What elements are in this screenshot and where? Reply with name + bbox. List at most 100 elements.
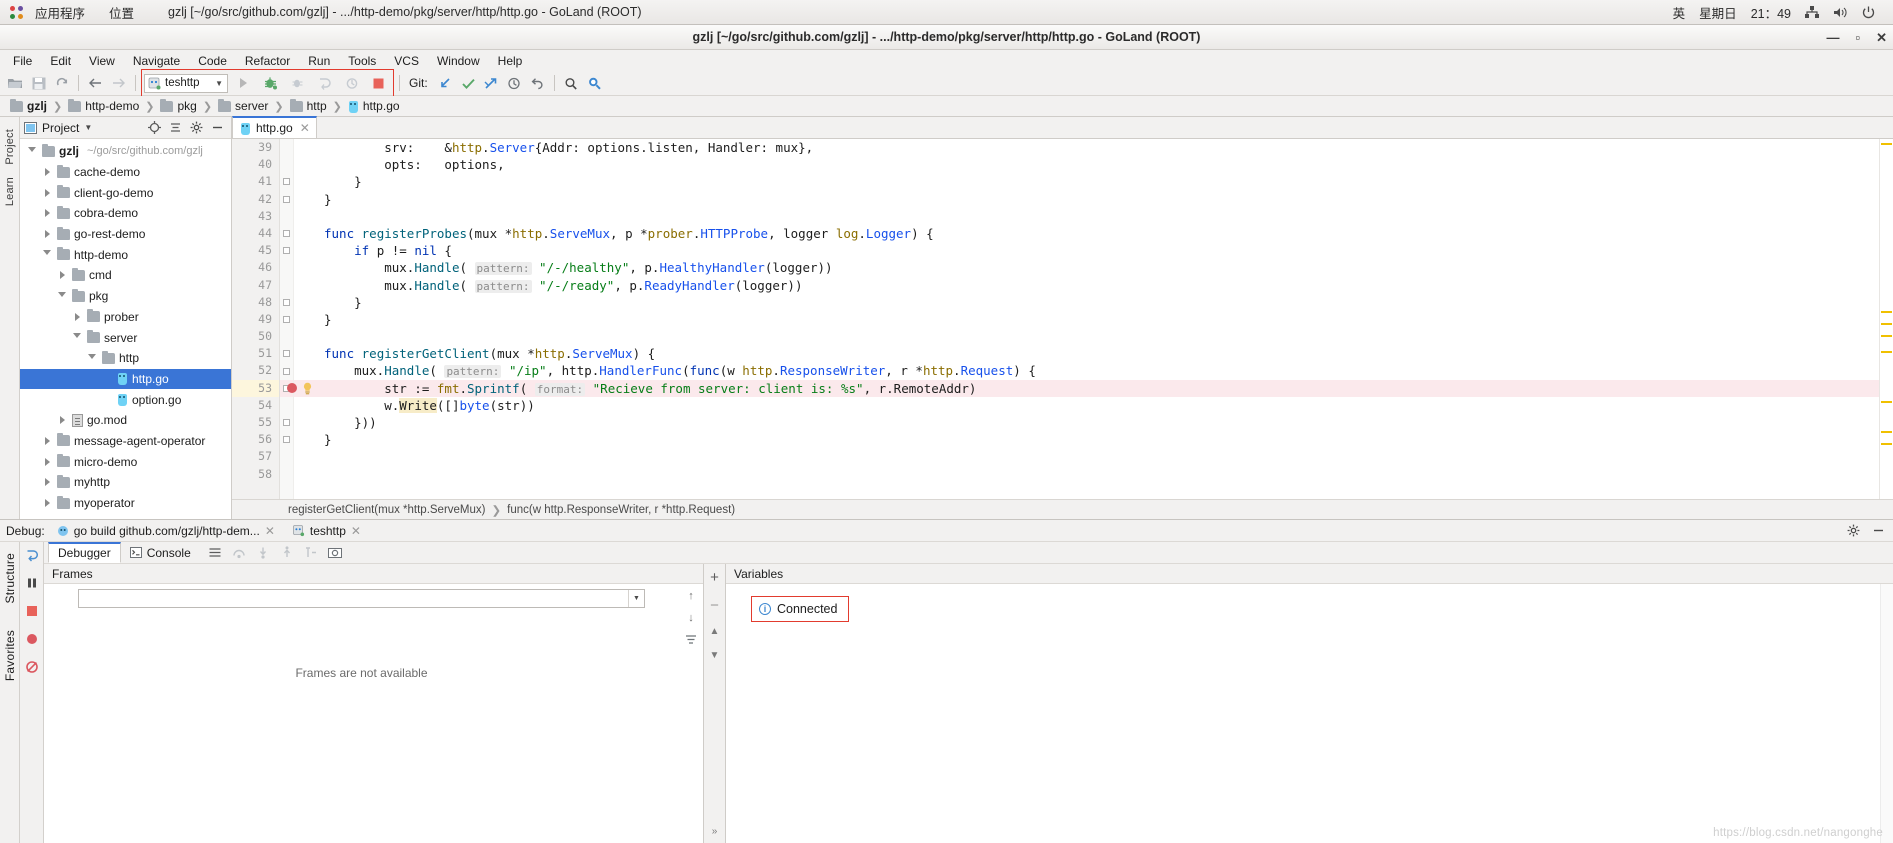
mute-breakpoints-icon[interactable] [25,660,39,674]
error-stripe-mark[interactable] [1881,143,1892,145]
maximize-button[interactable]: ▫ [1855,31,1860,44]
git-history-icon[interactable] [503,72,526,94]
thread-selector[interactable]: ▼ [78,589,645,608]
run-with-coverage-icon[interactable] [286,72,309,94]
error-stripe-mark[interactable] [1881,335,1892,337]
chevron-right-icon[interactable] [71,312,83,321]
breadcrumb-item-http-demo[interactable]: http-demo [66,98,141,113]
tree-item-cache-demo[interactable]: cache-demo [20,162,231,183]
line-number[interactable]: 39 [232,139,279,156]
frames-list-icon[interactable] [208,546,222,559]
git-push-icon[interactable] [480,72,503,94]
tree-item-prober[interactable]: prober [20,307,231,328]
menu-code[interactable]: Code [189,52,236,70]
line-number[interactable]: 56 [232,431,279,448]
desktop-places-menu[interactable]: 位置 [97,0,146,25]
camera-icon[interactable] [327,546,342,559]
step-into-icon[interactable] [256,546,270,559]
run-icon[interactable] [232,72,255,94]
tree-item-myoperator[interactable]: myoperator [20,493,231,514]
chevron-down-icon[interactable] [26,146,38,156]
chevron-down-icon[interactable] [56,291,68,301]
stop-icon[interactable] [25,604,39,618]
fold-marker[interactable] [280,225,293,242]
locate-icon[interactable] [148,121,161,134]
git-revert-icon[interactable] [526,72,549,94]
sync-icon[interactable] [50,72,73,94]
input-method-indicator[interactable]: 英 [1673,3,1686,22]
code-line[interactable]: })) [320,414,1879,431]
forward-arrow-icon[interactable] [107,72,130,94]
code-folding-column[interactable] [280,139,294,499]
settings-icon[interactable] [1847,524,1860,537]
breadcrumb-item-server[interactable]: server [216,98,270,113]
line-number[interactable]: 48 [232,294,279,311]
tree-item-server[interactable]: server [20,327,231,348]
chevron-right-icon[interactable] [41,499,53,508]
tree-item-http-go[interactable]: http.go [20,368,231,390]
evaluate-expression-icon[interactable] [304,546,318,559]
tool-button-project[interactable]: Project [4,123,16,171]
intention-icon-column[interactable] [294,139,320,499]
git-update-icon[interactable] [434,72,457,94]
step-over-icon[interactable] [232,546,246,559]
remove-watch-icon[interactable]: − [710,598,719,613]
pause-icon[interactable] [25,576,39,590]
line-number[interactable]: 54 [232,397,279,414]
code-text[interactable]: srv: &http.Server{Addr: options.listen, … [320,139,1879,499]
settings-icon[interactable] [190,121,203,134]
menu-help[interactable]: Help [489,52,532,70]
line-number-gutter[interactable]: 39 40 41 42 43 44 45 46 47 48 49 50 51 52 53 54 55 56 57 58 [232,139,297,499]
power-icon[interactable] [1862,6,1875,19]
frames-filter-icon[interactable] [685,634,697,645]
code-line[interactable]: } [320,294,1879,311]
chevron-down-icon[interactable] [71,333,83,342]
variables-body[interactable]: i Connected https://blog.csdn.net/nangon… [726,584,1893,843]
line-number[interactable]: 57 [232,448,279,465]
menu-view[interactable]: View [80,52,124,70]
rerun-icon[interactable] [25,548,39,562]
frame-up-icon[interactable]: ↑ [688,590,694,602]
find-icon[interactable] [583,72,606,94]
error-stripe-mark[interactable] [1881,323,1892,325]
editor-tab-http-go[interactable]: http.go ✕ [232,116,317,138]
debug-config-tab[interactable]: teshttp ✕ [287,524,367,538]
profile-icon[interactable] [340,72,363,94]
chevron-down-icon[interactable]: ▼ [215,79,223,88]
add-watch-icon[interactable]: + [710,570,719,585]
chevron-right-icon[interactable] [41,168,53,177]
chevron-right-icon[interactable] [41,457,53,466]
tab-debugger[interactable]: Debugger [48,542,121,563]
fold-marker[interactable] [280,414,293,431]
footer-crumb-closure[interactable]: func(w http.ResponseWriter, r *http.Requ… [507,504,735,516]
code-line[interactable] [320,466,1879,483]
tree-item-message-agent-operator[interactable]: message-agent-operator [20,431,231,452]
code-line[interactable]: mux.Handle( pattern: "/-/ready", p.Ready… [320,277,1879,294]
desktop-applications-menu[interactable]: 应用程序 [23,0,97,25]
tool-button-learn[interactable]: Learn [4,171,16,212]
code-line[interactable] [320,448,1879,465]
line-number[interactable]: 40 [232,156,279,173]
line-number[interactable]: 43 [232,208,279,225]
chevron-right-icon[interactable] [41,209,53,218]
line-number[interactable]: 50 [232,328,279,345]
error-stripe-mark[interactable] [1881,431,1892,433]
menu-run[interactable]: Run [299,52,339,70]
tree-item-cmd[interactable]: cmd [20,265,231,286]
lightbulb-icon[interactable] [294,379,320,397]
tree-item-pkg[interactable]: pkg [20,286,231,307]
debug-session-tab[interactable]: go build github.com/gzlj/http-dem... ✕ [51,524,281,538]
fold-marker[interactable] [280,173,293,190]
code-line[interactable]: } [320,191,1879,208]
scroll-up-icon[interactable]: ▲ [710,626,720,637]
code-line[interactable]: w.Write([]byte(str)) [320,397,1879,414]
close-button[interactable]: ✕ [1876,31,1887,44]
menu-refactor[interactable]: Refactor [236,52,299,70]
minimize-button[interactable]: — [1826,31,1839,44]
variables-scrollbar[interactable] [1880,584,1893,843]
hide-icon[interactable] [1872,524,1885,537]
close-icon[interactable]: ✕ [351,524,361,538]
tab-console[interactable]: Console [121,542,200,563]
close-icon[interactable]: ✕ [300,121,310,135]
tree-item-gzlj[interactable]: gzlj ~/go/src/github.com/gzlj [20,141,231,162]
